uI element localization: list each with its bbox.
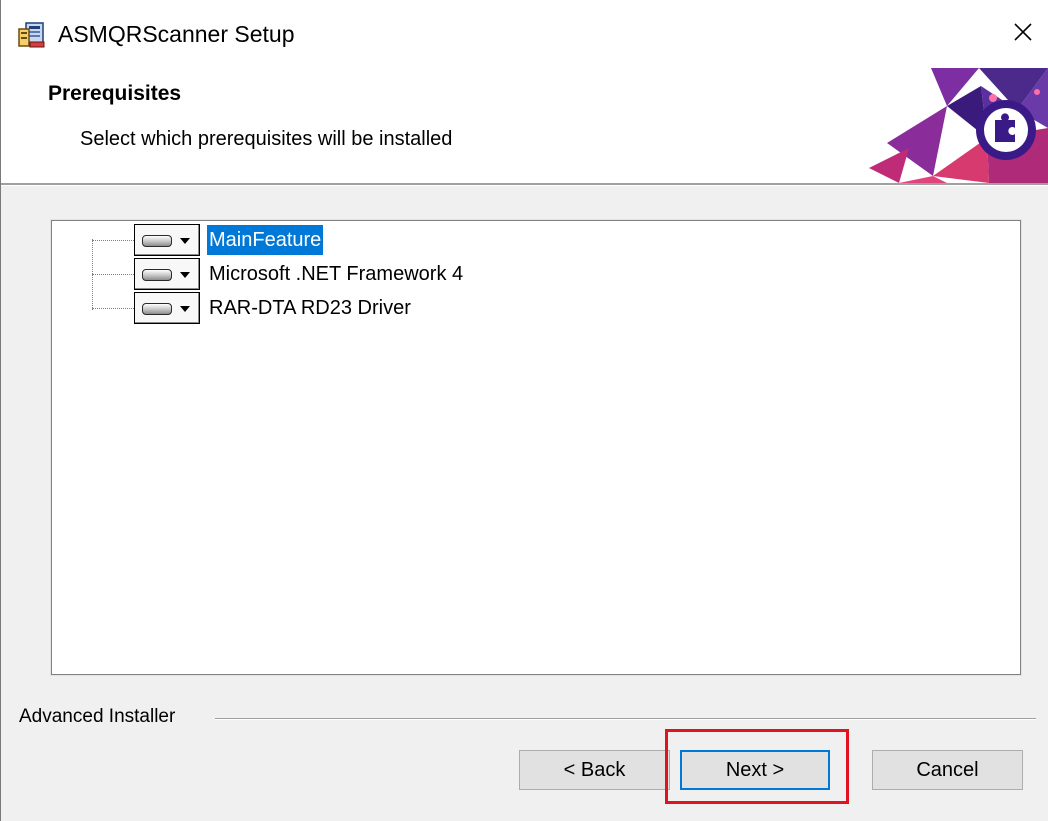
- feature-install-dropdown[interactable]: [134, 224, 200, 256]
- header-divider: [1, 183, 1048, 186]
- feature-install-dropdown[interactable]: [134, 258, 200, 290]
- dropdown-arrow-icon: [180, 238, 190, 244]
- title-bar: ASMQRScanner Setup: [1, 0, 1048, 68]
- dropdown-arrow-icon: [180, 272, 190, 278]
- tree-branch-line: [92, 308, 134, 309]
- tree-item-label[interactable]: RAR-DTA RD23 Driver: [207, 293, 413, 323]
- tree-item-rar-dta-driver[interactable]: RAR-DTA RD23 Driver: [92, 291, 592, 325]
- feature-install-dropdown[interactable]: [134, 292, 200, 324]
- puzzle-logo-icon: [869, 68, 1048, 183]
- close-icon: [1013, 22, 1033, 47]
- dropdown-arrow-icon: [180, 306, 190, 312]
- cancel-button[interactable]: Cancel: [872, 750, 1023, 790]
- installer-icon: [17, 20, 47, 50]
- back-button[interactable]: < Back: [519, 750, 670, 790]
- page-header: Prerequisites Select which prerequisites…: [1, 68, 1048, 183]
- next-button-highlight: [665, 729, 849, 804]
- installer-brand-label: Advanced Installer: [19, 706, 176, 727]
- tree-item-dotnet-framework[interactable]: Microsoft .NET Framework 4: [92, 257, 592, 291]
- tree-branch-line: [92, 240, 134, 241]
- page-title: Prerequisites: [48, 82, 182, 105]
- tree-item-mainfeature[interactable]: MainFeature: [92, 223, 592, 257]
- prerequisites-tree[interactable]: MainFeature Microsoft .NET Framework 4 R…: [50, 219, 1022, 676]
- page-subtitle: Select which prerequisites will be insta…: [80, 128, 453, 150]
- window-title: ASMQRScanner Setup: [58, 21, 295, 47]
- hard-drive-icon: [142, 235, 172, 247]
- hard-drive-icon: [142, 269, 172, 281]
- hard-drive-icon: [142, 303, 172, 315]
- footer-divider: [215, 718, 1036, 720]
- close-button[interactable]: [1001, 14, 1045, 54]
- tree-item-label[interactable]: Microsoft .NET Framework 4: [207, 259, 465, 289]
- tree-branch-line: [92, 274, 134, 275]
- tree-item-label[interactable]: MainFeature: [207, 225, 324, 255]
